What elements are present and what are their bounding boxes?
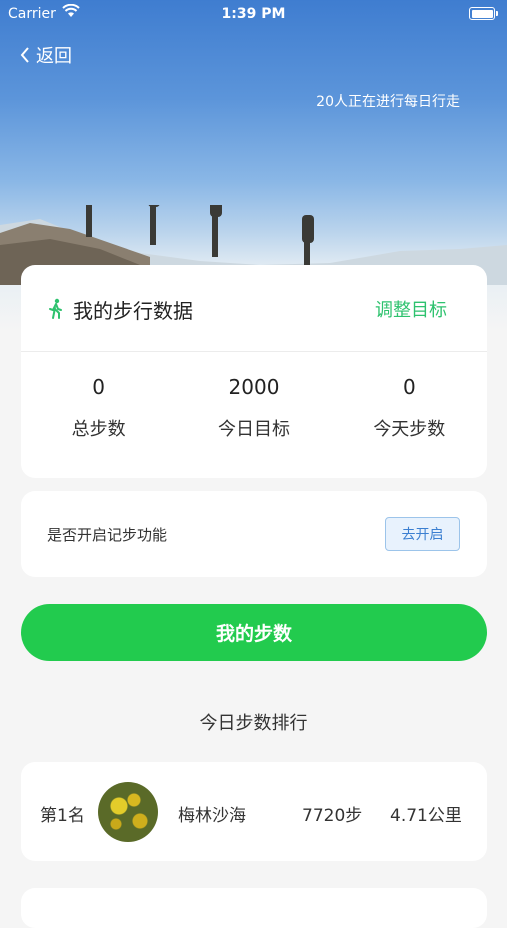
stat-value: 2000 [228, 375, 280, 399]
stat-label: 今日目标 [217, 419, 290, 440]
stat-today-goal: 2000 今日目标 [176, 375, 331, 441]
chevron-left-icon [20, 47, 29, 63]
adjust-goal-link[interactable]: 调整目标 [375, 296, 447, 322]
stat-label: 总步数 [71, 419, 126, 440]
walking-icon [49, 298, 62, 319]
stat-value: 0 [92, 375, 106, 399]
ranking-list-item[interactable] [21, 888, 487, 928]
step-counter-toggle-card: 是否开启记步功能 去开启 [21, 491, 487, 577]
stat-label: 今天步数 [373, 419, 446, 440]
rank-user-name: 梅林沙海 [178, 806, 246, 826]
stat-today-steps: 0 今天步数 [332, 375, 487, 441]
walkers-count-note: 20人正在进行每日行走 [316, 94, 460, 110]
stat-total-steps: 0 总步数 [21, 375, 176, 441]
data-card-title: 我的步行数据 [73, 299, 193, 323]
ranking-list-item[interactable]: 第1名 梅林沙海 7720步 4.71公里 [21, 762, 487, 861]
stat-value: 0 [402, 375, 416, 399]
rank-number: 第1名 [40, 806, 85, 826]
my-steps-button[interactable]: 我的步数 [21, 604, 487, 661]
data-card-header: 我的步行数据 调整目标 [21, 265, 487, 352]
status-time: 1:39 PM [221, 6, 286, 22]
battery-icon [469, 7, 498, 20]
back-button[interactable]: 返回 [20, 42, 72, 68]
rank-distance: 4.71公里 [390, 806, 462, 826]
status-bar: Carrier 1:39 PM [0, 0, 507, 28]
ranking-title: 今日步数排行 [199, 713, 308, 734]
step-counter-label: 是否开启记步功能 [47, 526, 168, 544]
avatar [98, 782, 158, 842]
enable-step-counter-button[interactable]: 去开启 [385, 517, 460, 551]
stats-row: 0 总步数 2000 今日目标 0 今天步数 [21, 375, 487, 441]
rank-steps: 7720步 [302, 806, 363, 826]
back-label: 返回 [36, 46, 72, 67]
my-walking-data-card: 我的步行数据 调整目标 0 总步数 2000 今日目标 0 今天步数 [21, 265, 487, 478]
